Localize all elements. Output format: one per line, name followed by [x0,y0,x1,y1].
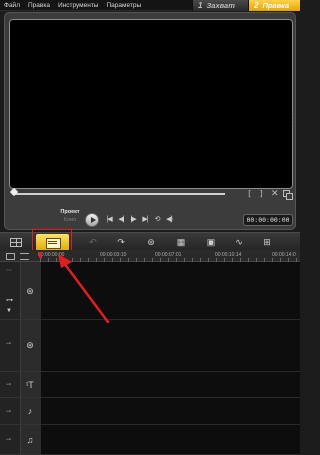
scrubber-track[interactable] [15,193,225,195]
menu-file[interactable]: Файл [0,0,24,11]
menu-settings[interactable]: Параметры [102,0,145,11]
repeat-icon[interactable]: ⟲ [152,215,162,225]
video-track-icon[interactable]: ⊛ [23,284,37,298]
track-visibility-icon[interactable]: ⊸ [6,436,11,443]
ruler-tick-label: 00:00:07:01 [155,252,182,258]
storyboard-view-icon[interactable] [10,238,22,247]
panel-grip-icon[interactable]: · · · · [292,113,294,130]
previous-frame-icon[interactable]: ◀| [116,215,126,225]
volume-icon[interactable]: ◀) [164,215,174,225]
playhead-marker[interactable] [39,252,42,258]
play-button[interactable] [85,213,99,227]
timeline-tracks: ⋯ ⊶ ▼ ⊛ ⊸ ⊛ ⊸ ᵗT ⊸ ♪ ⊸ ♫ [0,262,300,455]
mode-tabs: 1 Захват 2 Правка [192,0,300,11]
tab-edit-number: 2 [254,1,259,10]
auto-music-icon[interactable]: ▣ [202,235,220,249]
next-frame-icon[interactable]: |▶ [128,215,138,225]
preview-screen [9,19,293,189]
overlay-track-icon[interactable]: ⊛ [23,338,37,352]
audio-wave-icon[interactable]: ∿ [230,235,248,249]
motion-track-icon[interactable]: ⊞ [258,235,276,249]
mark-in-button[interactable]: [ [247,189,252,198]
show-all-tracks-icon[interactable] [6,253,15,260]
record-capture-icon[interactable]: ⊛ [142,235,160,249]
mode-clip-label[interactable]: Клип [57,216,83,224]
voice-track-icon[interactable]: ♪ [23,404,37,418]
voice-track-lane[interactable] [41,398,300,425]
timeline-ruler[interactable]: 00:00:00:00 00:00:03:10 00:00:07:01 00:0… [0,250,300,262]
track-visibility-icon[interactable]: ⊸ [6,340,11,347]
track-header-music: ⊸ ♫ [0,425,41,455]
track-manager-icon[interactable] [20,253,29,260]
dropdown-arrow-icon[interactable]: ▼ [6,308,12,314]
track-header-voice: ⊸ ♪ [0,398,41,425]
title-track-lane[interactable] [41,372,300,398]
redo-icon[interactable]: ↷ [112,235,130,249]
ruler-tick-label: 00:00:14:0 [272,252,296,258]
ruler-tick-label: 00:00:03:10 [100,252,127,258]
menu-edit[interactable]: Правка [24,0,54,11]
tab-edit[interactable]: 2 Правка [248,0,300,11]
go-to-end-icon[interactable]: ▶| [140,215,150,225]
track-header-overlay: ⊸ ⊛ [0,320,41,372]
sound-mixer-icon[interactable]: ▦ [172,235,190,249]
track-visibility-icon[interactable]: ⊸ [6,381,11,388]
mode-project-label[interactable]: Проект [57,208,83,216]
video-track-lane[interactable] [41,262,300,320]
annotation-highlight-box [32,229,72,251]
menu-tools[interactable]: Инструменты [54,0,103,11]
preview-panel: · · · · [ ] ✕ Проект Клип |◀ ◀| |▶ ▶| ⟲ ◀) … [4,12,296,230]
tab-capture-number: 1 [198,1,203,10]
go-to-start-icon[interactable]: |◀ [104,215,114,225]
tab-capture-label: Захват [206,1,235,10]
timecode-display[interactable]: 00:00:00:00 [243,214,293,226]
tab-edit-label: Правка [262,1,290,10]
split-clip-icon[interactable]: ✕ [271,188,279,199]
overlay-track-lane[interactable] [41,320,300,372]
music-track-icon[interactable]: ♫ [23,433,37,447]
copy-clip-icon[interactable] [283,190,293,200]
play-mode-switch[interactable]: Проект Клип [57,208,83,224]
undo-icon[interactable]: ↶ [84,235,102,249]
track-grip-icon[interactable]: ⋯ [6,267,12,274]
ruler-tick-label: 00:00:10:14 [215,252,242,258]
track-header-title: ⊸ ᵗT [0,372,41,398]
ripple-edit-icon[interactable]: ⊶ [6,296,13,304]
mark-out-button[interactable]: ] [259,189,264,198]
track-header-video: ⋯ ⊶ ▼ ⊛ [0,262,41,320]
title-track-icon[interactable]: ᵗT [23,378,37,392]
tab-capture[interactable]: 1 Захват [192,0,248,11]
music-track-lane[interactable] [41,425,300,455]
track-visibility-icon[interactable]: ⊸ [6,408,11,415]
